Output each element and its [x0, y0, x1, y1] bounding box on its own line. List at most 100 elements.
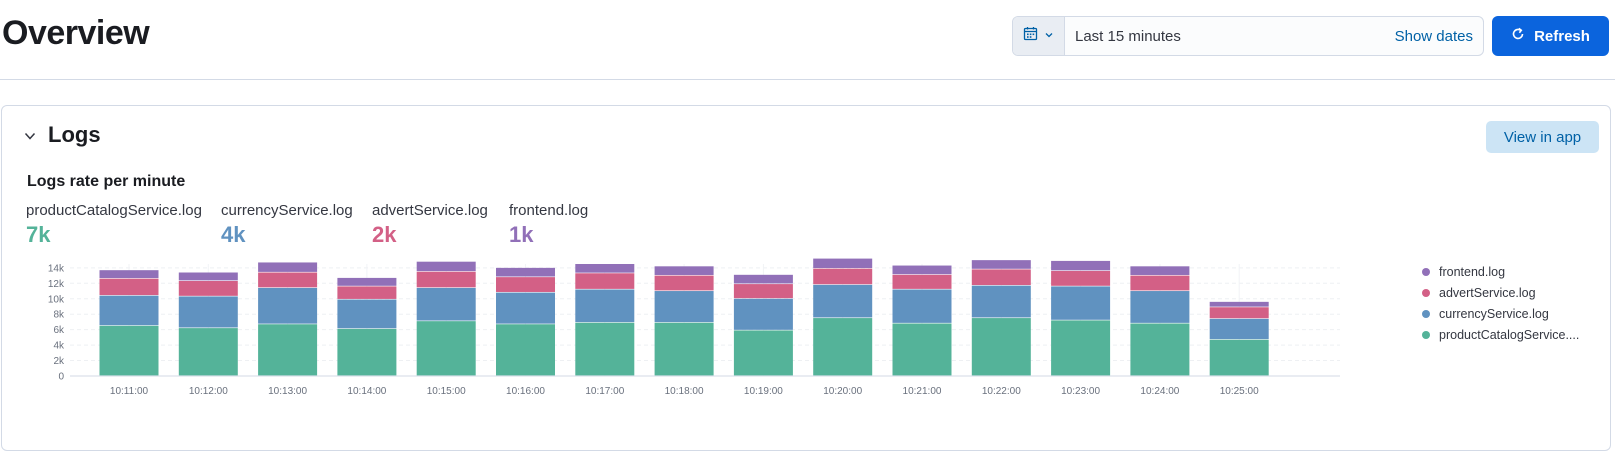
bar-segment	[1209, 339, 1269, 376]
bar-segment	[99, 270, 159, 279]
stat-frontend: frontend.log 1k	[509, 202, 588, 248]
bar-segment	[496, 292, 555, 324]
bar-segment	[813, 284, 873, 318]
legend-item[interactable]: frontend.log	[1422, 261, 1579, 282]
bar-segment	[575, 273, 635, 289]
bar-segment	[813, 318, 873, 376]
chevron-down-icon[interactable]	[22, 128, 38, 144]
x-tick-label: 10:17:00	[585, 386, 624, 397]
bar-segment	[1209, 301, 1269, 307]
bar-segment	[892, 289, 952, 323]
legend-item[interactable]: currencyService.log	[1422, 303, 1579, 324]
show-dates-link[interactable]: Show dates	[1395, 28, 1483, 45]
x-tick-label: 10:20:00	[823, 386, 862, 397]
y-tick-label: 6k	[53, 325, 65, 336]
bar-segment	[733, 298, 793, 330]
stat-value: 4k	[221, 222, 246, 247]
bar-segment	[892, 323, 952, 376]
x-tick-label: 10:11:00	[110, 386, 149, 397]
bar-segment	[99, 278, 159, 296]
bar-segment	[178, 296, 238, 328]
bar-segment	[971, 285, 1031, 318]
bar-segment	[416, 271, 476, 288]
x-tick-label: 10:21:00	[903, 386, 942, 397]
panel-title: Logs	[48, 122, 101, 147]
stat-value: 7k	[26, 222, 51, 247]
legend-label: frontend.log	[1439, 264, 1506, 279]
y-tick-label: 14k	[48, 263, 65, 274]
bar-segment	[1051, 286, 1111, 320]
bar-segment	[1051, 260, 1111, 271]
x-tick-label: 10:24:00	[1140, 386, 1179, 397]
stat-product-catalog: productCatalogService.log 7k	[26, 202, 202, 248]
bar-segment	[1051, 270, 1111, 286]
bar-segment	[416, 261, 476, 272]
bar-segment	[337, 328, 397, 376]
bar-segment	[813, 268, 873, 285]
stat-label: productCatalogService.log	[26, 202, 202, 219]
stat-value: 1k	[509, 222, 534, 247]
x-tick-label: 10:16:00	[506, 386, 545, 397]
date-range-label[interactable]: Last 15 minutes	[1065, 28, 1395, 45]
bar-segment	[654, 266, 714, 275]
bar-segment	[99, 295, 159, 326]
bar-segment	[258, 262, 318, 272]
bar-segment	[971, 260, 1031, 269]
y-tick-label: 2k	[53, 356, 65, 367]
bar-segment	[733, 284, 793, 299]
x-tick-label: 10:19:00	[744, 386, 783, 397]
stat-value: 2k	[372, 222, 397, 247]
bar-segment	[575, 289, 635, 323]
bar-segment	[258, 324, 318, 376]
bar-segment	[337, 277, 397, 286]
refresh-label: Refresh	[1534, 27, 1590, 45]
legend-item[interactable]: advertService.log	[1422, 282, 1579, 303]
stat-advert: advertService.log 2k	[372, 202, 488, 248]
bar-segment	[337, 286, 397, 299]
legend-dot	[1422, 309, 1430, 318]
quick-select-button[interactable]	[1013, 17, 1065, 55]
chevron-down-icon	[1044, 27, 1054, 45]
stat-label: frontend.log	[509, 202, 589, 219]
bar-segment	[733, 330, 793, 376]
bar-segment	[1130, 323, 1190, 376]
refresh-icon	[1511, 27, 1525, 45]
bar-segment	[416, 321, 476, 376]
x-tick-label: 10:25:00	[1220, 386, 1259, 397]
x-tick-label: 10:14:00	[347, 386, 386, 397]
legend-label: advertService.log	[1439, 285, 1536, 300]
bar-segment	[178, 280, 238, 296]
stat-label: advertService.log	[372, 202, 488, 219]
bar-segment	[892, 274, 952, 289]
bar-segment	[1051, 320, 1111, 376]
x-tick-label: 10:23:00	[1061, 386, 1100, 397]
bar-segment	[971, 269, 1031, 286]
bar-segment	[654, 275, 714, 291]
bar-segment	[258, 287, 318, 324]
x-tick-label: 10:22:00	[982, 386, 1021, 397]
legend-dot	[1422, 330, 1430, 339]
bar-segment	[1130, 266, 1190, 275]
view-in-app-button[interactable]: View in app	[1486, 121, 1599, 153]
bar-segment	[971, 318, 1031, 376]
bar-segment	[496, 277, 555, 292]
date-picker[interactable]: Last 15 minutes Show dates	[1012, 16, 1484, 56]
bar-segment	[733, 274, 793, 284]
x-tick-label: 10:12:00	[189, 386, 228, 397]
stat-currency: currencyService.log 4k	[221, 202, 353, 248]
chart-legend: frontend.log advertService.log currencyS…	[1422, 261, 1579, 345]
y-tick-label: 12k	[48, 279, 65, 290]
bar-segment	[178, 272, 238, 281]
bar-segment	[258, 272, 318, 288]
bar-segment	[1130, 275, 1190, 291]
x-tick-label: 10:15:00	[427, 386, 466, 397]
bar-segment	[178, 328, 238, 376]
bar-segment	[654, 291, 714, 323]
y-tick-label: 4k	[53, 341, 65, 352]
bar-segment	[496, 267, 555, 277]
refresh-button[interactable]: Refresh	[1492, 16, 1609, 56]
legend-item[interactable]: productCatalogService....	[1422, 324, 1579, 345]
bar-segment	[99, 325, 159, 376]
bar-segment	[416, 287, 476, 321]
legend-dot	[1422, 267, 1430, 276]
